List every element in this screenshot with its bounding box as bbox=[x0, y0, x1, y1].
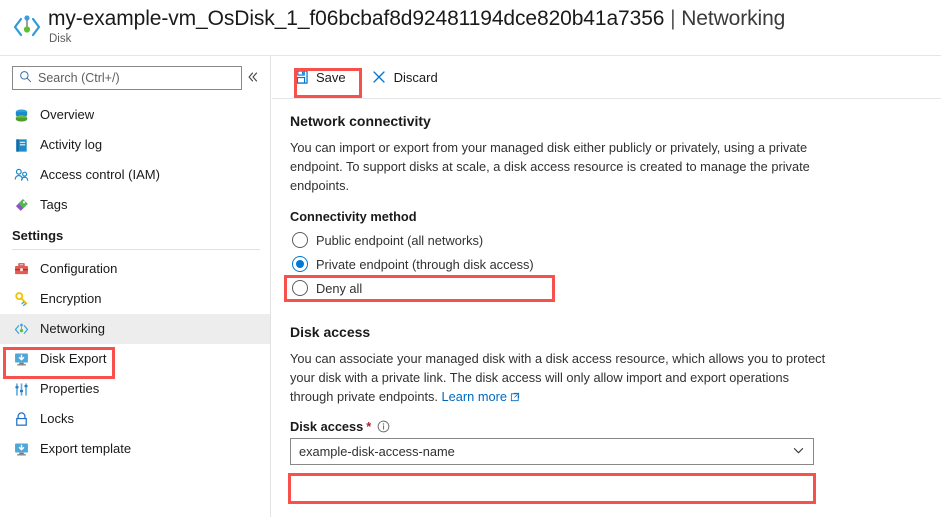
sidebar-item-label: Locks bbox=[40, 411, 74, 427]
sidebar-item-locks[interactable]: Locks bbox=[0, 404, 270, 434]
required-marker: * bbox=[366, 419, 371, 434]
activity-log-icon bbox=[12, 136, 30, 154]
sidebar-item-label: Properties bbox=[40, 381, 99, 397]
radio-private-endpoint-label: Private endpoint (through disk access) bbox=[316, 257, 534, 272]
radio-public-endpoint-control[interactable] bbox=[292, 232, 308, 248]
header-text-block: my-example-vm_OsDisk_1_f06bcbaf8d9248119… bbox=[48, 6, 785, 45]
sidebar-item-access-control[interactable]: Access control (IAM) bbox=[0, 160, 270, 190]
search-icon bbox=[19, 70, 33, 86]
collapse-sidebar-button[interactable] bbox=[242, 70, 264, 87]
network-connectivity-heading: Network connectivity bbox=[290, 113, 923, 129]
sidebar-item-label: Encryption bbox=[40, 291, 101, 307]
disk-access-description-text: You can associate your managed disk with… bbox=[290, 351, 825, 404]
radio-private-endpoint[interactable]: Private endpoint (through disk access) bbox=[290, 252, 923, 276]
configuration-icon bbox=[12, 260, 30, 278]
resource-name: my-example-vm_OsDisk_1_f06bcbaf8d9248119… bbox=[48, 7, 664, 30]
access-control-icon bbox=[12, 166, 30, 184]
sidebar: Search (Ctrl+/) Overview bbox=[0, 56, 271, 517]
chevron-down-icon bbox=[792, 444, 805, 460]
sidebar-item-configuration[interactable]: Configuration bbox=[0, 254, 270, 284]
sidebar-item-label: Access control (IAM) bbox=[40, 167, 160, 183]
disk-overview-icon bbox=[12, 106, 30, 124]
command-toolbar: Save Discard bbox=[272, 56, 941, 99]
export-template-icon bbox=[12, 440, 30, 458]
page-header: my-example-vm_OsDisk_1_f06bcbaf8d9248119… bbox=[0, 0, 941, 56]
radio-private-endpoint-control[interactable] bbox=[292, 256, 308, 272]
sidebar-item-label: Export template bbox=[40, 441, 131, 457]
disk-access-description: You can associate your managed disk with… bbox=[290, 349, 827, 407]
networking-icon bbox=[12, 320, 30, 338]
properties-icon bbox=[12, 380, 30, 398]
radio-deny-all[interactable]: Deny all bbox=[290, 276, 923, 300]
sidebar-item-label: Networking bbox=[40, 321, 105, 337]
sidebar-item-label: Disk Export bbox=[40, 351, 106, 367]
sidebar-item-activity-log[interactable]: Activity log bbox=[0, 130, 270, 160]
title-separator: | bbox=[664, 7, 681, 30]
close-x-icon bbox=[370, 68, 388, 86]
save-button-label: Save bbox=[316, 70, 346, 85]
connectivity-method-label-text: Connectivity method bbox=[290, 209, 417, 224]
network-connectivity-description: You can import or export from your manag… bbox=[290, 138, 827, 195]
sidebar-item-label: Overview bbox=[40, 107, 94, 123]
search-placeholder: Search (Ctrl+/) bbox=[38, 71, 120, 85]
search-row: Search (Ctrl+/) bbox=[0, 66, 270, 90]
disk-access-field-label: Disk access * bbox=[290, 419, 923, 434]
save-button[interactable]: Save bbox=[288, 63, 354, 91]
learn-more-link[interactable]: Learn more bbox=[442, 389, 520, 404]
connectivity-method-label: Connectivity method bbox=[290, 209, 923, 224]
sidebar-item-encryption[interactable]: Encryption bbox=[0, 284, 270, 314]
save-floppy-icon bbox=[292, 68, 310, 86]
info-circle-icon[interactable] bbox=[377, 420, 390, 433]
sidebar-item-label: Configuration bbox=[40, 261, 117, 277]
sidebar-item-overview[interactable]: Overview bbox=[0, 100, 270, 130]
disk-access-field-label-text: Disk access bbox=[290, 419, 363, 434]
disk-access-dropdown[interactable]: example-disk-access-name bbox=[290, 438, 814, 465]
disk-access-heading: Disk access bbox=[290, 324, 923, 340]
external-link-icon bbox=[510, 388, 520, 407]
page-section-name: Networking bbox=[681, 7, 785, 30]
sidebar-item-label: Activity log bbox=[40, 137, 102, 153]
radio-deny-all-control[interactable] bbox=[292, 280, 308, 296]
sidebar-item-networking[interactable]: Networking bbox=[0, 314, 270, 344]
resource-type-label: Disk bbox=[49, 33, 785, 45]
networking-panel: Network connectivity You can import or e… bbox=[272, 99, 941, 465]
sidebar-section-settings: Settings bbox=[0, 220, 270, 247]
discard-button[interactable]: Discard bbox=[366, 63, 446, 91]
search-input[interactable]: Search (Ctrl+/) bbox=[12, 66, 242, 90]
sidebar-item-export-template[interactable]: Export template bbox=[0, 434, 270, 464]
page-title: my-example-vm_OsDisk_1_f06bcbaf8d9248119… bbox=[48, 6, 785, 32]
learn-more-label: Learn more bbox=[442, 389, 507, 404]
radio-deny-all-label: Deny all bbox=[316, 281, 362, 296]
sidebar-item-properties[interactable]: Properties bbox=[0, 374, 270, 404]
radio-public-endpoint[interactable]: Public endpoint (all networks) bbox=[290, 228, 923, 252]
sidebar-item-disk-export[interactable]: Disk Export bbox=[0, 344, 270, 374]
disk-export-icon bbox=[12, 350, 30, 368]
lock-icon bbox=[12, 410, 30, 428]
tags-icon bbox=[12, 196, 30, 214]
discard-button-label: Discard bbox=[394, 70, 438, 85]
encryption-key-icon bbox=[12, 290, 30, 308]
sidebar-divider bbox=[12, 249, 260, 250]
sidebar-item-label: Tags bbox=[40, 197, 67, 213]
content-area: Save Discard Network connectivity You ca… bbox=[272, 56, 941, 517]
disk-networking-icon bbox=[10, 10, 44, 44]
sidebar-item-tags[interactable]: Tags bbox=[0, 190, 270, 220]
radio-public-endpoint-label: Public endpoint (all networks) bbox=[316, 233, 483, 248]
disk-access-selected-value: example-disk-access-name bbox=[299, 444, 455, 459]
